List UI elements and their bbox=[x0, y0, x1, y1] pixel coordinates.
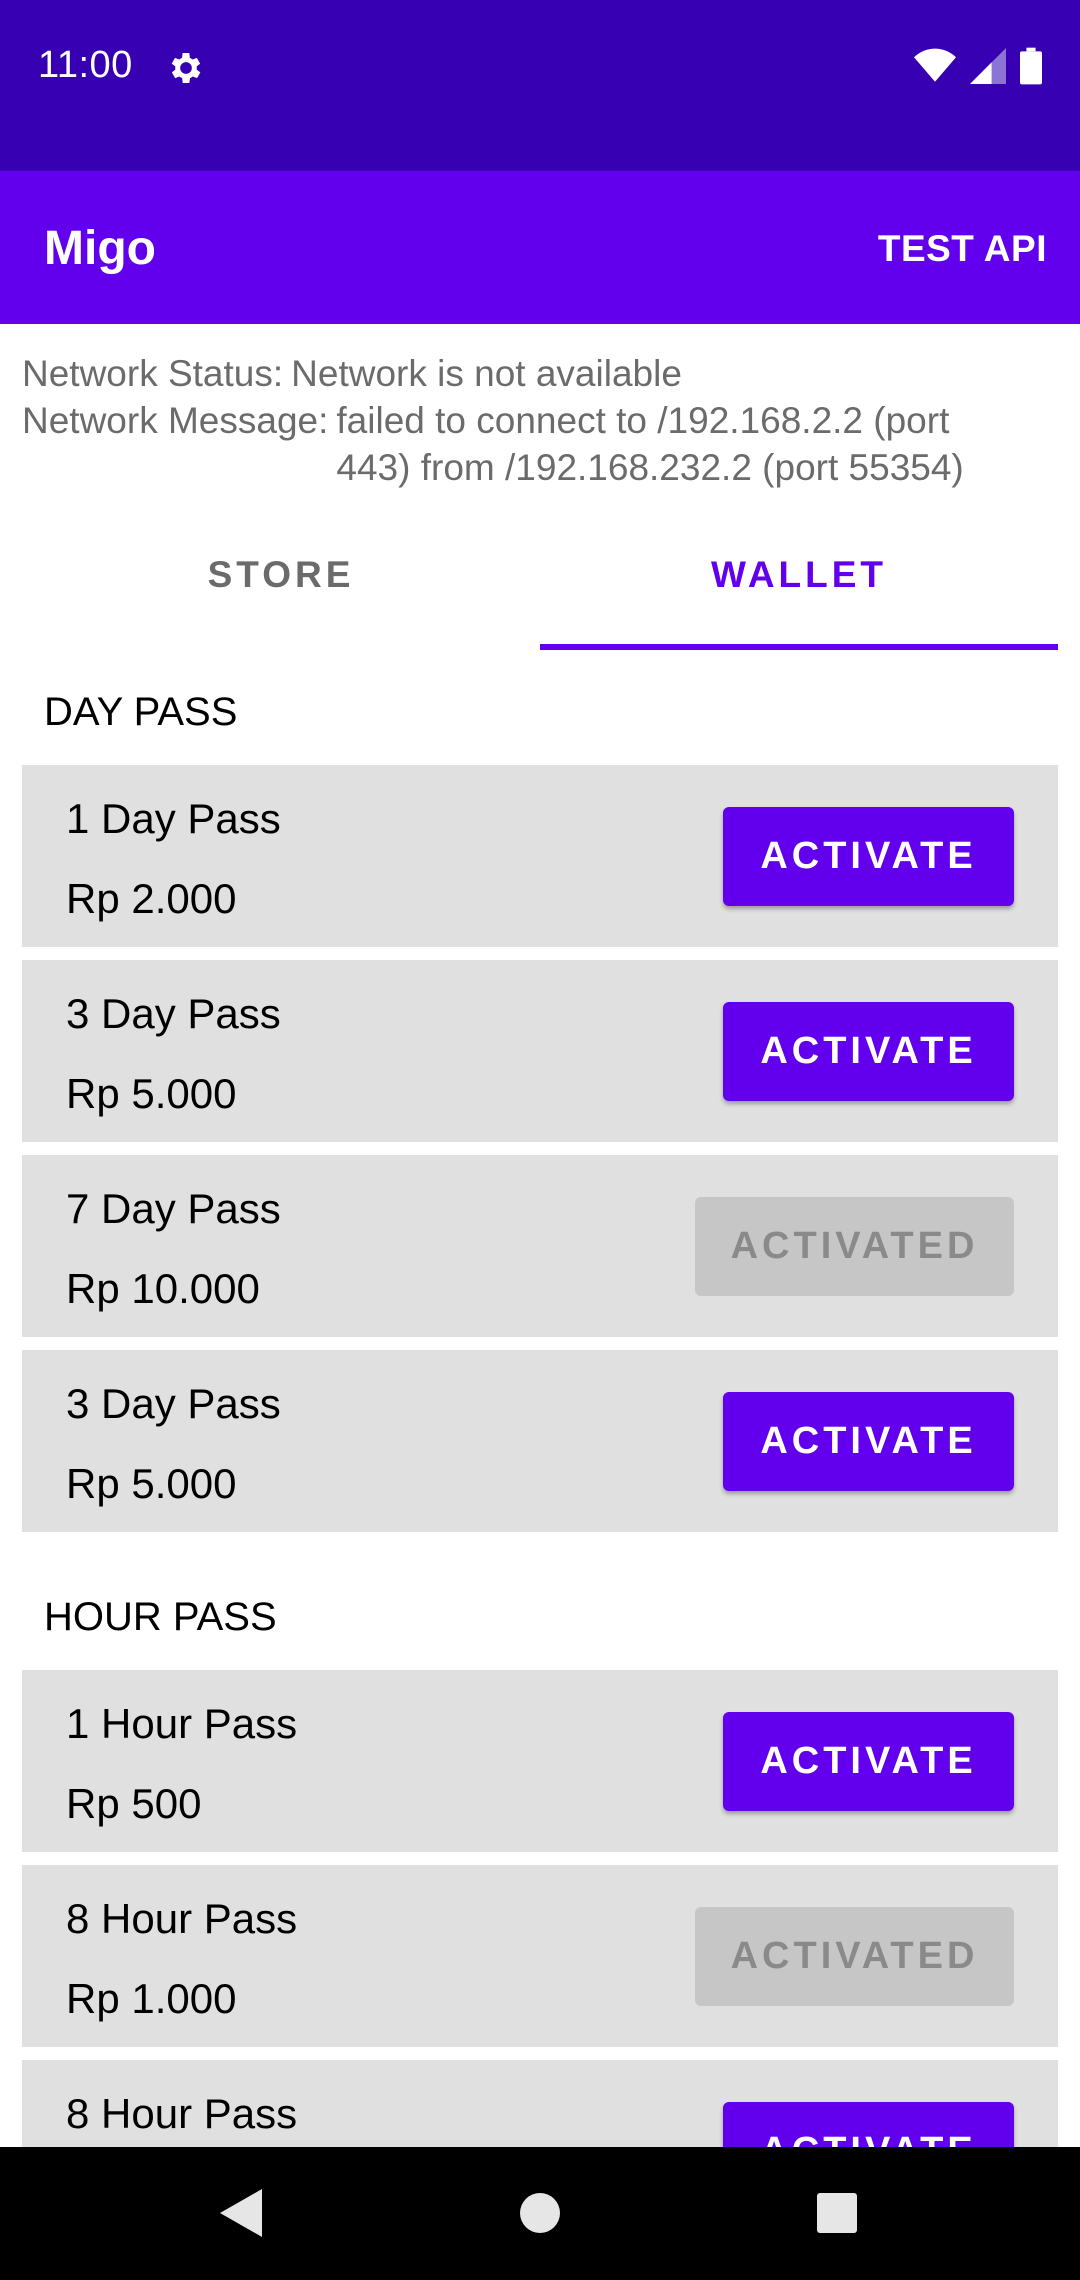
pass-price: Rp 10.000 bbox=[66, 1265, 260, 1312]
pass-name: 3 Day Pass bbox=[66, 1380, 281, 1427]
activated-button: ACTIVATED bbox=[695, 1907, 1014, 2006]
activate-button[interactable]: ACTIVATE bbox=[723, 1392, 1014, 1491]
status-time: 11:00 bbox=[38, 44, 133, 86]
network-status-value: Network is not available bbox=[291, 353, 682, 394]
activate-button[interactable]: ACTIVATE bbox=[723, 1712, 1014, 1811]
pass-name: 7 Day Pass bbox=[66, 1185, 281, 1232]
app-bar: Migo TEST API bbox=[0, 171, 1080, 324]
network-info: Network Status: Network is not available… bbox=[22, 350, 1062, 491]
network-message: Network Message: failed to connect to /1… bbox=[22, 397, 1062, 491]
gear-icon bbox=[166, 48, 206, 88]
network-status: Network Status: Network is not available bbox=[22, 350, 1062, 397]
tab-bar: STORE WALLET bbox=[0, 526, 1080, 651]
pass-name: 8 Hour Pass bbox=[66, 1895, 298, 1942]
list-item: 8 Hour Pass Rp 1.000 ACTIVATED bbox=[22, 1865, 1058, 2047]
home-icon[interactable] bbox=[520, 2193, 560, 2233]
section-title-hour-pass: HOUR PASS bbox=[44, 1595, 277, 1639]
list-item: 7 Day Pass Rp 10.000 ACTIVATED bbox=[22, 1155, 1058, 1337]
section-title-day-pass: DAY PASS bbox=[44, 690, 238, 734]
network-status-label: Network Status: bbox=[22, 353, 284, 394]
network-message-label: Network Message: bbox=[22, 400, 329, 441]
signal-icon bbox=[970, 47, 1006, 89]
tab-wallet[interactable]: WALLET bbox=[540, 526, 1058, 651]
tab-indicator bbox=[540, 644, 1058, 650]
pass-price: Rp 2.000 bbox=[66, 875, 237, 922]
list-item: 1 Hour Pass Rp 500 ACTIVATE bbox=[22, 1670, 1058, 1852]
back-icon[interactable] bbox=[220, 2189, 262, 2242]
pass-name: 8 Hour Pass bbox=[66, 2090, 298, 2137]
activate-button[interactable]: ACTIVATE bbox=[723, 807, 1014, 906]
pass-name: 3 Day Pass bbox=[66, 990, 281, 1037]
activate-button[interactable]: ACTIVATE bbox=[723, 1002, 1014, 1101]
list-item: 1 Day Pass Rp 2.000 ACTIVATE bbox=[22, 765, 1058, 947]
pass-price: Rp 1.000 bbox=[66, 1975, 237, 2022]
tab-store[interactable]: STORE bbox=[22, 526, 540, 651]
pass-price: Rp 5.000 bbox=[66, 1070, 237, 1117]
activated-button: ACTIVATED bbox=[695, 1197, 1014, 1296]
list-item: 3 Day Pass Rp 5.000 ACTIVATE bbox=[22, 1350, 1058, 1532]
test-api-button[interactable]: TEST API bbox=[878, 228, 1047, 270]
list-item: 3 Day Pass Rp 5.000 ACTIVATE bbox=[22, 960, 1058, 1142]
pass-name: 1 Hour Pass bbox=[66, 1700, 298, 1747]
pass-price: Rp 500 bbox=[66, 1780, 202, 1827]
status-bar: 11:00 bbox=[0, 0, 1080, 171]
navigation-bar bbox=[0, 2147, 1080, 2280]
app-title: Migo bbox=[44, 222, 156, 275]
wifi-icon bbox=[914, 48, 956, 89]
pass-price: Rp 5.000 bbox=[66, 1460, 237, 1507]
recents-icon[interactable] bbox=[817, 2193, 857, 2233]
pass-name: 1 Day Pass bbox=[66, 795, 281, 842]
battery-icon bbox=[1020, 47, 1042, 90]
network-message-value: failed to connect to /192.168.2.2 (port … bbox=[336, 400, 964, 488]
